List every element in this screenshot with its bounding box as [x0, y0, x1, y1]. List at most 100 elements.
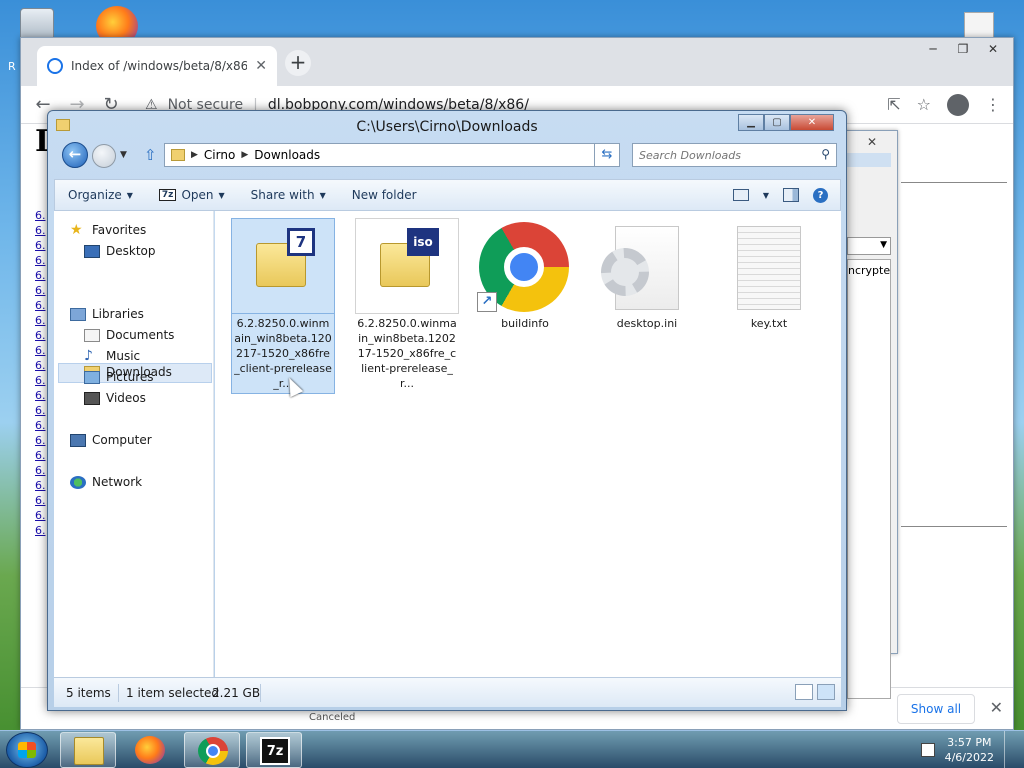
chevron-down-icon: ▼	[319, 190, 326, 200]
7z-archive-icon: 7	[256, 228, 315, 287]
shortcut-arrow-icon: ↗	[477, 292, 497, 312]
action-center-flag-icon[interactable]	[920, 743, 935, 757]
directory-link[interactable]: 6.	[35, 418, 46, 433]
tab-title: Index of /windows/beta/8/x86/	[71, 59, 248, 73]
computer-icon	[70, 433, 86, 447]
breadcrumb-separator-icon[interactable]: ▶	[191, 150, 198, 160]
nav-desktop[interactable]: Desktop	[84, 244, 156, 258]
clock-time: 3:57 PM	[947, 736, 992, 749]
profile-avatar-icon[interactable]	[947, 93, 969, 116]
new-folder-button[interactable]: New folder	[339, 188, 430, 202]
chevron-down-icon[interactable]: ▼	[763, 191, 769, 200]
history-dropdown-icon[interactable]: ▼	[120, 150, 127, 160]
nav-videos[interactable]: Videos	[84, 391, 146, 405]
organize-button[interactable]: Organize ▼	[55, 188, 146, 202]
new-tab-button[interactable]: +	[285, 50, 311, 76]
directory-link[interactable]: 6.	[35, 298, 46, 313]
minimize-icon[interactable]: ─	[919, 40, 947, 58]
directory-link[interactable]: 6.	[35, 328, 46, 343]
close-download-shelf-icon[interactable]: ✕	[990, 698, 1003, 717]
directory-link[interactable]: 6.	[35, 448, 46, 463]
dialog-dropdown[interactable]: ▼	[847, 237, 891, 255]
directory-link[interactable]: 6.	[35, 238, 46, 253]
breadcrumb-item[interactable]: Downloads	[254, 148, 320, 162]
breadcrumb-item[interactable]: Cirno	[204, 148, 235, 162]
taskbar-firefox-button[interactable]	[122, 732, 178, 768]
close-icon[interactable]: ✕	[979, 40, 1007, 58]
kebab-menu-icon[interactable]: ⋮	[985, 95, 1001, 114]
share-with-button[interactable]: Share with ▼	[238, 188, 339, 202]
search-input[interactable]	[639, 147, 809, 163]
archive-badge: 7	[287, 228, 315, 256]
maximize-button[interactable]: ▢	[764, 114, 790, 131]
nav-documents[interactable]: Documents	[84, 328, 174, 342]
directory-link[interactable]: 6.	[35, 358, 46, 373]
explorer-address-row: ← ▼ ⇧ ▶ Cirno ▶ Downloads ▼ ⇆ ⚲	[48, 139, 846, 171]
system-tray: 3:57 PM 4/6/2022	[920, 731, 1024, 768]
chrome-tab-active[interactable]: Index of /windows/beta/8/x86/ ✕	[37, 46, 277, 86]
directory-link[interactable]: 6.	[35, 253, 46, 268]
directory-link[interactable]: 6.	[35, 433, 46, 448]
nav-computer[interactable]: Computer	[70, 433, 152, 447]
details-view-icon[interactable]	[795, 684, 813, 700]
show-all-downloads-button[interactable]: Show all	[897, 694, 975, 724]
change-view-icon[interactable]	[732, 189, 749, 201]
close-button[interactable]: ✕	[790, 114, 834, 131]
directory-link[interactable]: 6.	[35, 313, 46, 328]
nav-libraries[interactable]: Libraries	[70, 307, 144, 321]
restore-icon[interactable]: ❐	[949, 40, 977, 58]
preview-pane-icon[interactable]	[783, 188, 799, 202]
nav-favorites[interactable]: ★ Favorites	[70, 223, 146, 238]
show-desktop-button[interactable]	[1004, 731, 1016, 768]
bookmark-star-icon[interactable]: ☆	[917, 95, 931, 114]
directory-link[interactable]: 6.	[35, 343, 46, 358]
forward-button[interactable]	[92, 144, 116, 168]
search-icon[interactable]: ⚲	[821, 147, 830, 161]
file-name: 6.2.8250.0.winmain_win8beta.120217-1520_…	[357, 317, 457, 390]
file-list-pane[interactable]: 7 6.2.8250.0.winmain_win8beta.120217-152…	[215, 211, 841, 677]
help-icon[interactable]: ?	[813, 187, 828, 203]
directory-link[interactable]: 6.	[35, 208, 46, 223]
up-arrow-icon[interactable]: ⇧	[144, 146, 157, 164]
refresh-icon[interactable]: ⇆	[594, 143, 620, 167]
file-item[interactable]: desktop.ini	[595, 218, 699, 333]
clock[interactable]: 3:57 PM 4/6/2022	[945, 735, 994, 765]
directory-link[interactable]: 6.	[35, 403, 46, 418]
directory-link[interactable]: 6.	[35, 283, 46, 298]
breadcrumb-separator-icon[interactable]: ▶	[241, 150, 248, 160]
address-bar[interactable]: ▶ Cirno ▶ Downloads ▼	[164, 143, 620, 167]
navigation-pane: ★ Favorites Desktop Downloads Libraries …	[54, 211, 214, 677]
share-icon[interactable]: ⇱	[887, 95, 900, 114]
search-box[interactable]: ⚲	[632, 143, 837, 167]
taskbar-explorer-button[interactable]	[60, 732, 116, 768]
file-item[interactable]: iso 6.2.8250.0.winmain_win8beta.120217-1…	[355, 218, 459, 393]
directory-link[interactable]: 6.	[35, 478, 46, 493]
videos-icon	[84, 391, 100, 405]
tab-close-icon[interactable]: ✕	[255, 58, 267, 74]
open-button[interactable]: 7z Open ▼	[146, 188, 238, 202]
7zip-icon: 7z	[158, 189, 177, 201]
taskbar-chrome-button[interactable]	[184, 732, 240, 768]
directory-link[interactable]: 6.	[35, 463, 46, 478]
directory-link[interactable]: 6.	[35, 493, 46, 508]
file-item[interactable]: key.txt	[717, 218, 821, 333]
file-item[interactable]: ↗ buildinfo	[473, 218, 577, 333]
nav-music[interactable]: ♪ Music	[84, 349, 140, 364]
dialog-close-icon[interactable]: ✕	[867, 135, 877, 149]
start-button[interactable]	[6, 732, 48, 768]
directory-link[interactable]: 6.	[35, 388, 46, 403]
nav-network[interactable]: Network	[70, 475, 142, 489]
directory-link[interactable]: 6.	[35, 508, 46, 523]
page-divider	[901, 182, 1007, 183]
directory-link[interactable]: 6.	[35, 523, 46, 538]
minimize-button[interactable]: ▁	[738, 114, 764, 131]
directory-link[interactable]: 6.	[35, 268, 46, 283]
taskbar-7zip-button[interactable]: 7z	[246, 732, 302, 768]
file-item[interactable]: 7 6.2.8250.0.winmain_win8beta.120217-152…	[231, 218, 335, 394]
back-button[interactable]: ←	[62, 142, 88, 168]
explorer-titlebar[interactable]: C:\Users\Cirno\Downloads ▁ ▢ ✕	[48, 111, 846, 139]
directory-link[interactable]: 6.	[35, 223, 46, 238]
large-icons-view-icon[interactable]	[817, 684, 835, 700]
nav-pictures[interactable]: Pictures	[84, 370, 154, 384]
directory-link[interactable]: 6.	[35, 373, 46, 388]
